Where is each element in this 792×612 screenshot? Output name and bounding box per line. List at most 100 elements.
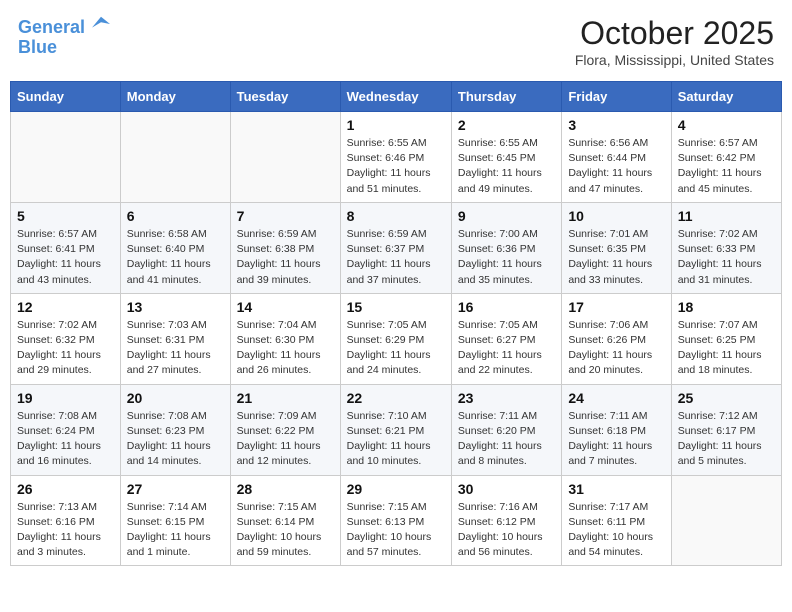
day-info: Sunrise: 7:11 AM Sunset: 6:20 PM Dayligh…: [458, 409, 555, 470]
weekday-header-monday: Monday: [120, 82, 230, 112]
calendar-week-1: 1 Sunrise: 6:55 AM Sunset: 6:46 PM Daylig…: [11, 112, 782, 203]
day-info: Sunrise: 7:02 AM Sunset: 6:33 PM Dayligh…: [678, 227, 775, 288]
calendar-cell: 30Sunrise: 7:16 AM Sunset: 6:12 PM Dayli…: [451, 475, 561, 566]
day-number: 15: [347, 299, 445, 315]
day-number: 10: [568, 208, 664, 224]
calendar-cell: 8Sunrise: 6:59 AM Sunset: 6:37 PM Daylig…: [340, 202, 451, 293]
calendar-cell: 24 Sunrise: 7:11 AM Sunset: 6:18 PM Dayli…: [562, 384, 671, 475]
day-info: Sunrise: 7:08 AM Sunset: 6:24 PM Dayligh…: [17, 409, 114, 470]
calendar-week-2: 5 Sunrise: 6:57 AM Sunset: 6:41 PM Daylig…: [11, 202, 782, 293]
day-number: 7: [237, 208, 334, 224]
day-number: 13: [127, 299, 224, 315]
day-number: 21: [237, 390, 334, 406]
weekday-header-wednesday: Wednesday: [340, 82, 451, 112]
weekday-header-sunday: Sunday: [11, 82, 121, 112]
calendar-cell: 18 Sunrise: 7:07 AM Sunset: 6:25 PM Dayli…: [671, 293, 781, 384]
day-number: 23: [458, 390, 555, 406]
logo-general: General: [18, 17, 85, 37]
day-number: 16: [458, 299, 555, 315]
calendar-cell: 9Sunrise: 7:00 AM Sunset: 6:36 PM Daylig…: [451, 202, 561, 293]
weekday-header-saturday: Saturday: [671, 82, 781, 112]
day-number: 1: [347, 117, 445, 133]
calendar-week-3: 12 Sunrise: 7:02 AM Sunset: 6:32 PM Dayli…: [11, 293, 782, 384]
calendar-cell: 29 Sunrise: 7:15 AM Sunset: 6:13 PM Dayli…: [340, 475, 451, 566]
calendar-cell: 13 Sunrise: 7:03 AM Sunset: 6:31 PM Dayli…: [120, 293, 230, 384]
day-number: 12: [17, 299, 114, 315]
weekday-header-row: SundayMondayTuesdayWednesdayThursdayFrid…: [11, 82, 782, 112]
day-number: 24: [568, 390, 664, 406]
calendar-cell: 17 Sunrise: 7:06 AM Sunset: 6:26 PM Dayli…: [562, 293, 671, 384]
day-number: 31: [568, 481, 664, 497]
day-number: 18: [678, 299, 775, 315]
calendar-cell: 4 Sunrise: 6:57 AM Sunset: 6:42 PM Daylig…: [671, 112, 781, 203]
day-number: 4: [678, 117, 775, 133]
day-info: Sunrise: 6:59 AM Sunset: 6:38 PM Dayligh…: [237, 227, 334, 288]
day-info: Sunrise: 7:15 AM Sunset: 6:14 PM Dayligh…: [237, 500, 334, 561]
day-number: 22: [347, 390, 445, 406]
calendar-table: SundayMondayTuesdayWednesdayThursdayFrid…: [10, 81, 782, 566]
location: Flora, Mississippi, United States: [575, 52, 774, 68]
calendar-cell: [120, 112, 230, 203]
calendar-cell: 16 Sunrise: 7:05 AM Sunset: 6:27 PM Dayli…: [451, 293, 561, 384]
day-info: Sunrise: 7:06 AM Sunset: 6:26 PM Dayligh…: [568, 318, 664, 379]
day-number: 6: [127, 208, 224, 224]
day-info: Sunrise: 6:57 AM Sunset: 6:42 PM Dayligh…: [678, 136, 775, 197]
day-info: Sunrise: 6:57 AM Sunset: 6:41 PM Dayligh…: [17, 227, 114, 288]
calendar-cell: 1 Sunrise: 6:55 AM Sunset: 6:46 PM Daylig…: [340, 112, 451, 203]
day-number: 14: [237, 299, 334, 315]
calendar-cell: 31Sunrise: 7:17 AM Sunset: 6:11 PM Dayli…: [562, 475, 671, 566]
day-info: Sunrise: 6:55 AM Sunset: 6:45 PM Dayligh…: [458, 136, 555, 197]
day-number: 17: [568, 299, 664, 315]
day-info: Sunrise: 7:07 AM Sunset: 6:25 PM Dayligh…: [678, 318, 775, 379]
day-info: Sunrise: 7:16 AM Sunset: 6:12 PM Dayligh…: [458, 500, 555, 561]
day-number: 11: [678, 208, 775, 224]
calendar-cell: 21 Sunrise: 7:09 AM Sunset: 6:22 PM Dayli…: [230, 384, 340, 475]
calendar-cell: 20 Sunrise: 7:08 AM Sunset: 6:23 PM Dayli…: [120, 384, 230, 475]
calendar-cell: 15 Sunrise: 7:05 AM Sunset: 6:29 PM Dayli…: [340, 293, 451, 384]
weekday-header-thursday: Thursday: [451, 82, 561, 112]
day-info: Sunrise: 7:01 AM Sunset: 6:35 PM Dayligh…: [568, 227, 664, 288]
day-info: Sunrise: 6:56 AM Sunset: 6:44 PM Dayligh…: [568, 136, 664, 197]
day-info: Sunrise: 6:58 AM Sunset: 6:40 PM Dayligh…: [127, 227, 224, 288]
calendar-week-5: 26 Sunrise: 7:13 AM Sunset: 6:16 PM Dayli…: [11, 475, 782, 566]
day-number: 2: [458, 117, 555, 133]
weekday-header-tuesday: Tuesday: [230, 82, 340, 112]
calendar-cell: [230, 112, 340, 203]
title-block: October 2025 Flora, Mississippi, United …: [575, 15, 774, 68]
day-info: Sunrise: 7:14 AM Sunset: 6:15 PM Dayligh…: [127, 500, 224, 561]
logo-bird-icon: [92, 15, 110, 33]
day-number: 29: [347, 481, 445, 497]
day-info: Sunrise: 6:55 AM Sunset: 6:46 PM Dayligh…: [347, 136, 445, 197]
day-number: 5: [17, 208, 114, 224]
calendar-cell: 11 Sunrise: 7:02 AM Sunset: 6:33 PM Dayli…: [671, 202, 781, 293]
calendar-cell: 28 Sunrise: 7:15 AM Sunset: 6:14 PM Dayli…: [230, 475, 340, 566]
day-info: Sunrise: 7:08 AM Sunset: 6:23 PM Dayligh…: [127, 409, 224, 470]
calendar-cell: 5 Sunrise: 6:57 AM Sunset: 6:41 PM Daylig…: [11, 202, 121, 293]
calendar-cell: 22 Sunrise: 7:10 AM Sunset: 6:21 PM Dayli…: [340, 384, 451, 475]
calendar-cell: 3 Sunrise: 6:56 AM Sunset: 6:44 PM Daylig…: [562, 112, 671, 203]
day-info: Sunrise: 7:11 AM Sunset: 6:18 PM Dayligh…: [568, 409, 664, 470]
calendar-cell: 2 Sunrise: 6:55 AM Sunset: 6:45 PM Daylig…: [451, 112, 561, 203]
day-info: Sunrise: 7:05 AM Sunset: 6:27 PM Dayligh…: [458, 318, 555, 379]
calendar-cell: 12 Sunrise: 7:02 AM Sunset: 6:32 PM Dayli…: [11, 293, 121, 384]
day-number: 19: [17, 390, 114, 406]
day-number: 26: [17, 481, 114, 497]
day-info: Sunrise: 7:10 AM Sunset: 6:21 PM Dayligh…: [347, 409, 445, 470]
day-info: Sunrise: 6:59 AM Sunset: 6:37 PM Dayligh…: [347, 227, 445, 288]
day-number: 9: [458, 208, 555, 224]
day-info: Sunrise: 7:02 AM Sunset: 6:32 PM Dayligh…: [17, 318, 114, 379]
day-info: Sunrise: 7:09 AM Sunset: 6:22 PM Dayligh…: [237, 409, 334, 470]
calendar-cell: 10 Sunrise: 7:01 AM Sunset: 6:35 PM Dayli…: [562, 202, 671, 293]
day-info: Sunrise: 7:13 AM Sunset: 6:16 PM Dayligh…: [17, 500, 114, 561]
day-number: 28: [237, 481, 334, 497]
day-number: 20: [127, 390, 224, 406]
day-info: Sunrise: 7:15 AM Sunset: 6:13 PM Dayligh…: [347, 500, 445, 561]
day-number: 27: [127, 481, 224, 497]
calendar-cell: 7 Sunrise: 6:59 AM Sunset: 6:38 PM Daylig…: [230, 202, 340, 293]
day-info: Sunrise: 7:03 AM Sunset: 6:31 PM Dayligh…: [127, 318, 224, 379]
day-info: Sunrise: 7:05 AM Sunset: 6:29 PM Dayligh…: [347, 318, 445, 379]
calendar-cell: 25Sunrise: 7:12 AM Sunset: 6:17 PM Dayli…: [671, 384, 781, 475]
weekday-header-friday: Friday: [562, 82, 671, 112]
day-number: 3: [568, 117, 664, 133]
calendar-cell: 26 Sunrise: 7:13 AM Sunset: 6:16 PM Dayli…: [11, 475, 121, 566]
